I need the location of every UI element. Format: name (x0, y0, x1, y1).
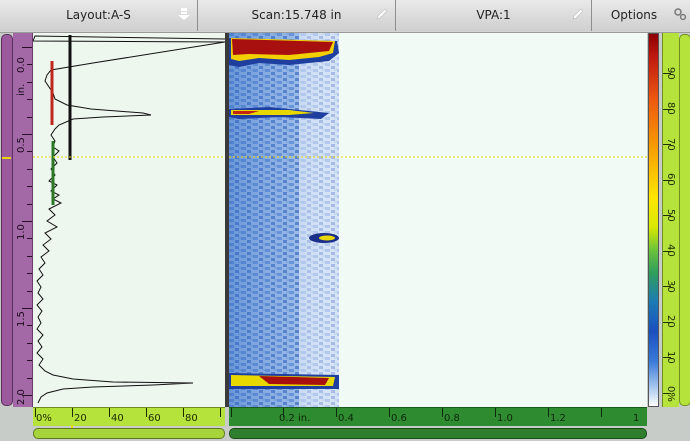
a-scan-waveform (32, 35, 226, 404)
amplitude-scrollbar[interactable] (679, 34, 690, 406)
depth-unit: in. (16, 83, 27, 96)
scan-label-12: 1.2 (550, 413, 566, 424)
ascan-label-20: 20 (74, 413, 87, 424)
amp-label-70: 70 (665, 138, 676, 151)
ascan-label-40: 40 (111, 413, 124, 424)
scan-axis-ruler[interactable]: 0.2 in. 0.4 0.6 0.8 1.0 1.2 1 (229, 407, 647, 426)
toolbar: Layout:A-S Scan:15.748 in VPA:1 Options (0, 0, 690, 33)
depth-label-3: 1.5 (16, 311, 27, 327)
depth-cursor-marker[interactable] (2, 157, 11, 159)
ascan-label-0: 0% (36, 413, 52, 424)
vpa-button[interactable]: VPA:1 (396, 0, 592, 31)
scan-label-10: 1.0 (497, 413, 513, 424)
depth-label-2: 1.0 (16, 224, 27, 240)
vpa-label: VPA:1 (476, 8, 511, 22)
depth-label-0: 0.0 (16, 57, 27, 73)
scan-label-04: 0.4 (338, 413, 354, 424)
amp-label-60: 60 (665, 173, 676, 186)
options-button[interactable]: Options (592, 0, 690, 31)
scan-label: Scan:15.748 in (251, 8, 342, 22)
scan-label-08: 0.8 (444, 413, 460, 424)
amp-label-20: 20 (665, 315, 676, 328)
layout-button[interactable]: Layout:A-S (0, 0, 198, 31)
a-scan-view[interactable] (32, 33, 227, 407)
depth-scrollbar[interactable] (1, 34, 13, 406)
amplitude-color-palette (648, 33, 659, 407)
scan-label-06: 0.6 (391, 413, 407, 424)
amplitude-axis-ruler[interactable]: 0% 20 40 60 80 (33, 407, 225, 426)
layout-label: Layout:A-S (66, 8, 131, 22)
amp-label-30: 30 (665, 280, 676, 293)
amplitude-ruler[interactable]: 0% 10 20 30 40 50 60 70 80 90 (662, 33, 679, 407)
s-scan-image (229, 33, 647, 407)
pencil-icon (572, 8, 584, 20)
amp-label-80: 80 (665, 102, 676, 115)
scan-unit: in. (298, 413, 311, 424)
depth-label-1: 0.5 (16, 137, 27, 153)
depth-label-4: 2.0 (16, 389, 27, 405)
amp-label-40: 40 (665, 244, 676, 257)
depth-ruler[interactable]: 0.0 in. 0.5 1.0 1.5 2.0 (13, 33, 33, 407)
amplitude-scrollbar-bottom[interactable] (33, 428, 225, 439)
pencil-icon (376, 8, 388, 20)
amp-label-90: 90 (665, 67, 676, 80)
ascan-label-60: 60 (148, 413, 161, 424)
amp-label-50: 50 (665, 209, 676, 222)
gear-icon (674, 8, 687, 21)
ascan-label-80: 80 (185, 413, 198, 424)
scan-label-02: 0.2 (279, 413, 295, 424)
amp-label-10: 10 (665, 351, 676, 364)
a-scan-plot (32, 35, 226, 404)
scan-label-14: 1 (633, 413, 640, 424)
arrow-down-icon (178, 8, 190, 20)
scan-scrollbar[interactable] (229, 428, 647, 439)
scan-button[interactable]: Scan:15.748 in (198, 0, 396, 31)
s-scan-view[interactable] (229, 33, 647, 407)
amp-label-0: 0% (665, 386, 676, 402)
